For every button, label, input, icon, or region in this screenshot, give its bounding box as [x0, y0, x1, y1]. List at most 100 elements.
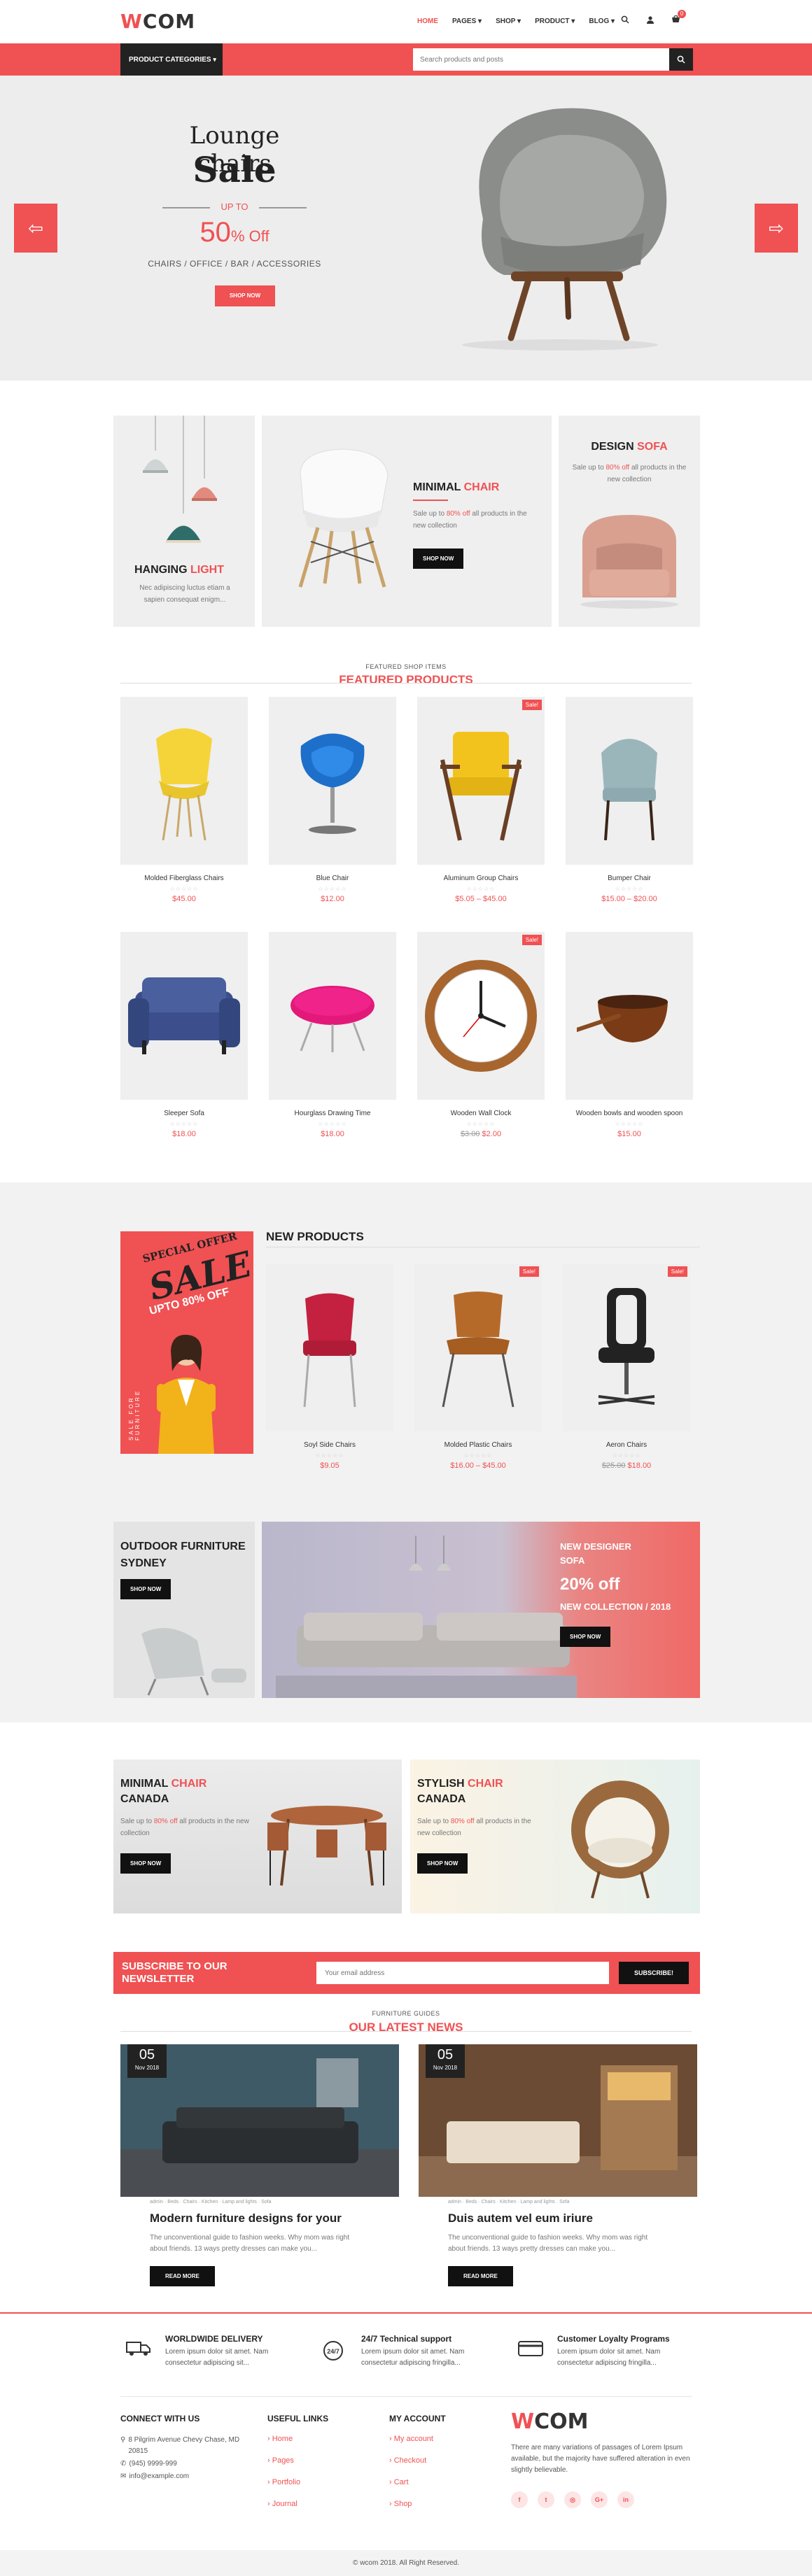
nav-pages[interactable]: PAGES ▾: [452, 17, 482, 25]
product-name[interactable]: Aeron Chairs: [563, 1441, 690, 1449]
footer-link-label: Pages: [272, 2456, 294, 2465]
arrow-left-icon: ⇦: [28, 217, 43, 239]
designer-shop-button[interactable]: SHOP NOW: [560, 1627, 611, 1647]
news-excerpt: The unconventional guide to fashion week…: [448, 2234, 648, 2253]
footer-link[interactable]: › Checkout: [389, 2456, 501, 2465]
nav-home[interactable]: HOME: [417, 17, 438, 25]
subscribe-button[interactable]: SUBSCRIBE!: [619, 1962, 689, 1984]
chevron-right-icon: ›: [389, 2456, 394, 2465]
linkedin-icon[interactable]: in: [617, 2491, 634, 2508]
product-name[interactable]: Hourglass Drawing Time: [269, 1110, 396, 1117]
twitter-icon[interactable]: t: [538, 2491, 554, 2508]
news-title: OUR LATEST NEWS: [349, 2021, 463, 2034]
product-image[interactable]: Sale!: [414, 1264, 542, 1431]
hero-discount: 50% Off: [158, 217, 312, 248]
product-image[interactable]: [269, 932, 396, 1100]
google-plus-icon[interactable]: G+: [591, 2491, 608, 2508]
cart-icon[interactable]: 0: [671, 10, 686, 26]
footer-link[interactable]: › My account: [389, 2435, 501, 2443]
service-text: Lorem ipsum dolor sit amet. Nam consecte…: [361, 2348, 465, 2367]
search-icon[interactable]: [621, 15, 629, 26]
product-categories-button[interactable]: PRODUCT CATEGORIES ▾: [120, 43, 223, 76]
user-icon[interactable]: [646, 15, 654, 26]
footer-link[interactable]: › Journal: [267, 2500, 379, 2508]
footer-logo[interactable]: WCOM: [511, 2409, 693, 2434]
product-image[interactable]: [120, 932, 248, 1100]
footer-link[interactable]: › Shop: [389, 2500, 501, 2508]
footer-useful-title: USEFUL LINKS: [267, 2414, 329, 2423]
news-title[interactable]: Duis autem vel eum iriure: [419, 2211, 697, 2225]
outdoor-shop-button[interactable]: SHOP NOW: [120, 1579, 172, 1599]
product-image[interactable]: [269, 697, 396, 865]
product-card[interactable]: Sale! Molded Plastic Chairs ☆☆☆☆☆ $16.00 – …: [414, 1264, 542, 1470]
footer-link[interactable]: › Portfolio: [267, 2478, 379, 2486]
product-image[interactable]: Sale!: [417, 932, 545, 1100]
designer-discount: 20% off: [560, 1575, 620, 1594]
footer-link[interactable]: › Cart: [389, 2478, 501, 2486]
divider: [120, 683, 692, 684]
product-image[interactable]: [266, 1264, 393, 1431]
product-card[interactable]: Blue Chair ☆☆☆☆☆ $12.00: [269, 697, 396, 903]
news-title[interactable]: Modern furniture designs for your: [120, 2211, 399, 2225]
product-card[interactable]: Molded Fiberglass Chairs ☆☆☆☆☆ $45.00: [120, 697, 248, 903]
facebook-icon[interactable]: f: [511, 2491, 528, 2508]
product-photo: [128, 977, 240, 1054]
product-name[interactable]: Blue Chair: [269, 875, 396, 882]
product-card[interactable]: Soyl Side Chairs ☆☆☆☆☆ $9.05: [266, 1264, 393, 1470]
footer-email[interactable]: ✉ info@example.com: [120, 2471, 253, 2482]
product-name[interactable]: Molded Plastic Chairs: [414, 1441, 542, 1449]
canada-right-title: STYLISH CHAIR CANADA: [417, 1776, 503, 1807]
nav-product-label: PRODUCT: [535, 17, 570, 25]
newsletter-email-input[interactable]: [316, 1962, 609, 1984]
product-card[interactable]: Hourglass Drawing Time ☆☆☆☆☆ $18.00: [269, 932, 396, 1138]
search-submit-button[interactable]: [669, 48, 693, 71]
special-offer-promo[interactable]: SPECIAL OFFER SALE UPTO 80% OFF SALE FOR…: [120, 1231, 253, 1454]
nav-shop[interactable]: SHOP ▾: [496, 17, 521, 25]
product-image[interactable]: [566, 932, 693, 1100]
news-body: admin · Beds · Chairs · Kitchen · Lamp a…: [120, 2197, 399, 2286]
nav-blog[interactable]: BLOG ▾: [589, 17, 615, 25]
instagram-icon[interactable]: ◎: [564, 2491, 581, 2508]
logo-text: COM: [142, 10, 196, 33]
product-card[interactable]: Bumper Chair ☆☆☆☆☆ $15.00 – $20.00: [566, 697, 693, 903]
product-card[interactable]: Sale! Aeron Chairs ☆☆☆☆☆ $25.00 $18.00: [563, 1264, 690, 1470]
product-card[interactable]: Sale! Wooden Wall Clock ☆☆☆☆☆ $3.00 $2.00: [417, 932, 545, 1138]
read-more-button[interactable]: READ MORE: [150, 2266, 215, 2286]
logo[interactable]: WCOM: [120, 10, 195, 33]
product-image[interactable]: [566, 697, 693, 865]
product-name[interactable]: Soyl Side Chairs: [266, 1441, 393, 1449]
minimal-chair-shop-button[interactable]: SHOP NOW: [413, 549, 464, 569]
news-image[interactable]: 05 Nov 2018: [419, 2044, 697, 2197]
product-card[interactable]: Sleeper Sofa ☆☆☆☆☆ $18.00: [120, 932, 248, 1138]
canada-left-text-highlight: 80% off: [153, 1818, 178, 1825]
product-name[interactable]: Bumper Chair: [566, 875, 693, 882]
canada-left-shop-button[interactable]: SHOP NOW: [120, 1853, 172, 1874]
product-image[interactable]: [120, 697, 248, 865]
product-image[interactable]: Sale!: [563, 1264, 690, 1431]
slider-prev-button[interactable]: ⇦: [14, 204, 57, 253]
product-card[interactable]: Sale! Aluminum Group Chairs ☆☆☆☆☆ $5.05 – $…: [417, 697, 545, 903]
read-more-button[interactable]: READ MORE: [448, 2266, 513, 2286]
product-name[interactable]: Aluminum Group Chairs: [417, 875, 545, 882]
hanging-light-title: HANGING LIGHT: [134, 564, 224, 576]
product-name[interactable]: Sleeper Sofa: [120, 1110, 248, 1117]
footer-link[interactable]: › Pages: [267, 2456, 379, 2465]
pink-armchair-image: [580, 515, 678, 609]
hanging-light-banner[interactable]: HANGING LIGHT Nec adipiscing luctus etia…: [113, 416, 255, 627]
product-image[interactable]: Sale!: [417, 697, 545, 865]
design-sofa-banner[interactable]: DESIGN SOFA Sale up to 80% off all produ…: [559, 416, 700, 627]
slider-next-button[interactable]: ⇨: [755, 204, 798, 253]
nav-product[interactable]: PRODUCT ▾: [535, 17, 575, 25]
product-name[interactable]: Wooden Wall Clock: [417, 1110, 545, 1117]
product-card[interactable]: Wooden bowls and wooden spoon ☆☆☆☆☆ $15.00: [566, 932, 693, 1138]
search-input[interactable]: [413, 48, 669, 71]
canada-right-shop-button[interactable]: SHOP NOW: [417, 1853, 468, 1874]
minimal-chair-title-2: CHAIR: [463, 481, 500, 493]
news-card: 05 Nov 2018 admin · Beds · Chairs · Kitche…: [419, 2044, 697, 2286]
news-month: Nov 2018: [134, 2065, 160, 2071]
footer-link[interactable]: › Home: [267, 2435, 379, 2443]
product-name[interactable]: Wooden bowls and wooden spoon: [566, 1110, 693, 1117]
hero-shop-now-button[interactable]: SHOP NOW: [215, 285, 275, 306]
product-name[interactable]: Molded Fiberglass Chairs: [120, 875, 248, 882]
news-image[interactable]: 05 Nov 2018: [120, 2044, 399, 2197]
